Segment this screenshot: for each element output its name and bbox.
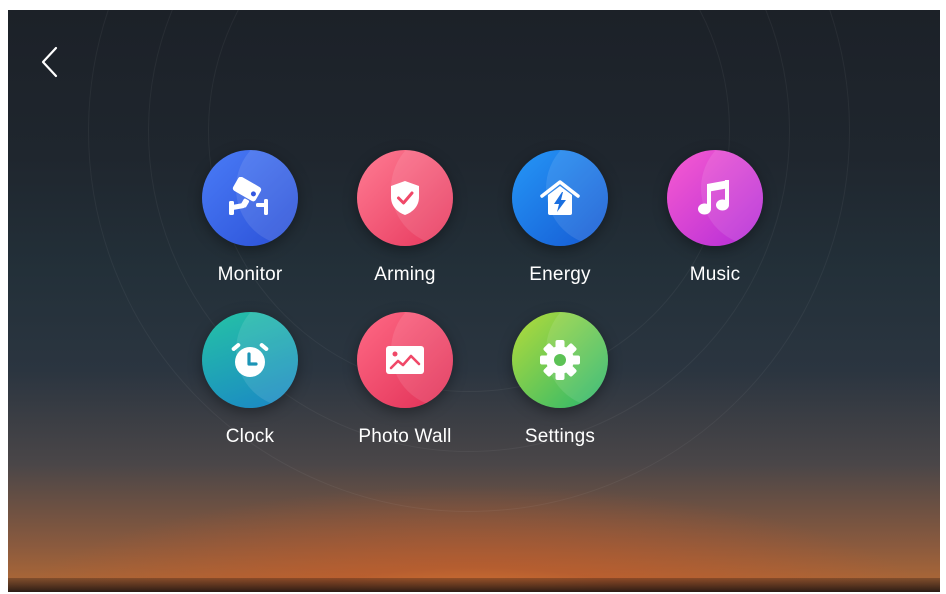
app-icon-circle (512, 150, 608, 246)
image-icon (384, 343, 426, 377)
security-camera-icon (226, 177, 274, 219)
chevron-left-icon (41, 46, 58, 78)
app-label: Photo Wall (358, 426, 452, 447)
house-bolt-icon (538, 178, 582, 218)
app-label: Arming (374, 264, 436, 285)
app-label: Music (689, 264, 741, 285)
app-icon-circle (667, 150, 763, 246)
app-icon-circle (202, 150, 298, 246)
app-arming[interactable]: Arming (340, 150, 470, 300)
app-music[interactable]: Music (650, 150, 780, 300)
gear-icon (538, 338, 582, 382)
back-button[interactable] (36, 44, 64, 80)
alarm-clock-icon (229, 339, 271, 381)
app-icon-circle (202, 312, 298, 408)
app-clock[interactable]: Clock (185, 312, 315, 462)
app-label: Monitor (217, 264, 283, 285)
app-icon-circle (512, 312, 608, 408)
music-note-icon (695, 178, 735, 218)
app-label: Clock (225, 426, 275, 447)
app-icon-circle (357, 150, 453, 246)
app-icon-circle (357, 312, 453, 408)
app-settings[interactable]: Settings (495, 312, 625, 462)
app-monitor[interactable]: Monitor (185, 150, 315, 300)
app-energy[interactable]: Energy (495, 150, 625, 300)
shield-check-icon (388, 179, 422, 217)
app-photo-wall[interactable]: Photo Wall (340, 312, 470, 462)
home-screen: Monitor Arming Energy Music Clock Photo … (8, 10, 940, 592)
app-label: Settings (524, 426, 596, 447)
horizon-silhouette (8, 578, 940, 592)
app-label: Energy (529, 264, 591, 285)
